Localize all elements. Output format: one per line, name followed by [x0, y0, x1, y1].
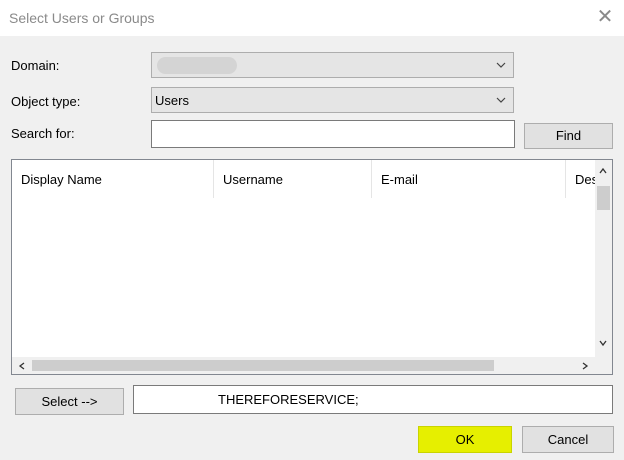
- object-type-value: Users: [155, 93, 189, 108]
- search-input[interactable]: [151, 120, 515, 148]
- chevron-down-icon: [496, 62, 506, 68]
- title-bar: Select Users or Groups ✕: [0, 0, 624, 36]
- chevron-up-icon[interactable]: [598, 166, 608, 176]
- object-type-dropdown[interactable]: Users: [151, 87, 514, 113]
- column-header-display-name[interactable]: Display Name: [12, 160, 214, 198]
- vertical-scrollbar[interactable]: [595, 160, 612, 357]
- domain-label: Domain:: [11, 58, 60, 73]
- column-header-description[interactable]: Des: [566, 160, 597, 198]
- select-button[interactable]: Select -->: [15, 388, 124, 415]
- column-header-username[interactable]: Username: [214, 160, 372, 198]
- column-header-email[interactable]: E-mail: [372, 160, 566, 198]
- ok-button[interactable]: OK: [418, 426, 512, 453]
- find-button[interactable]: Find: [524, 123, 613, 149]
- chevron-right-icon[interactable]: [580, 361, 590, 371]
- close-icon[interactable]: ✕: [594, 6, 616, 28]
- search-label: Search for:: [11, 126, 75, 141]
- vertical-scroll-thumb[interactable]: [597, 186, 610, 210]
- results-list[interactable]: Display Name Username E-mail Des: [11, 159, 613, 375]
- chevron-left-icon[interactable]: [17, 361, 27, 371]
- scrollbar-corner: [595, 357, 612, 374]
- cancel-button[interactable]: Cancel: [522, 426, 614, 453]
- domain-dropdown[interactable]: [151, 52, 514, 78]
- chevron-down-icon: [496, 97, 506, 103]
- domain-value-redacted: [157, 57, 237, 74]
- selected-users-field[interactable]: THEREFORESERVICE;: [133, 385, 613, 414]
- dialog-title: Select Users or Groups: [9, 10, 155, 26]
- horizontal-scroll-thumb[interactable]: [32, 360, 494, 371]
- object-type-label: Object type:: [11, 94, 81, 109]
- chevron-down-icon[interactable]: [598, 338, 608, 348]
- list-header: Display Name Username E-mail Des: [12, 160, 597, 198]
- horizontal-scrollbar[interactable]: [12, 357, 597, 374]
